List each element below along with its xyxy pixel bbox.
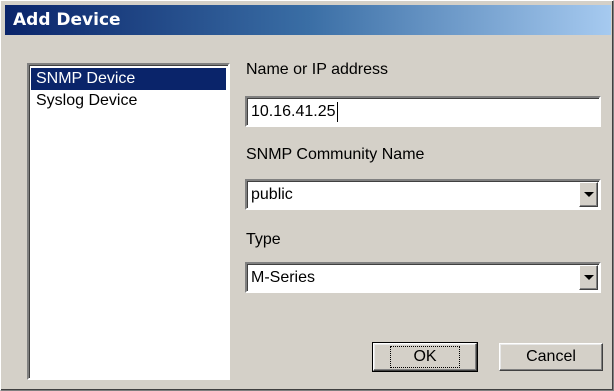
dialog-title: Add Device	[13, 10, 121, 30]
community-select-value: public	[251, 185, 293, 203]
chevron-down-icon	[583, 192, 594, 197]
device-type-list[interactable]: SNMP Device Syslog Device	[27, 63, 230, 380]
type-label: Type	[246, 231, 281, 248]
type-dropdown-button[interactable]	[579, 265, 598, 290]
community-select[interactable]: public	[245, 179, 601, 210]
name-input-value: 10.16.41.25	[251, 102, 336, 120]
name-label: Name or IP address	[246, 61, 388, 78]
community-label: SNMP Community Name	[246, 146, 425, 163]
type-select-value: M-Series	[251, 268, 316, 286]
text-caret	[336, 101, 338, 122]
community-dropdown-button[interactable]	[579, 182, 598, 207]
type-select[interactable]: M-Series	[245, 262, 601, 293]
ok-button[interactable]: OK	[372, 342, 478, 372]
cancel-button-label: Cancel	[526, 348, 576, 365]
list-item-snmp-device[interactable]: SNMP Device	[31, 68, 226, 90]
cancel-button[interactable]: Cancel	[499, 343, 603, 371]
list-item-syslog-device[interactable]: Syslog Device	[31, 90, 226, 112]
add-device-dialog: Add Device SNMP Device Syslog Device Nam…	[0, 0, 614, 391]
name-input[interactable]: 10.16.41.25	[245, 96, 601, 127]
ok-button-label: OK	[390, 346, 460, 368]
title-bar[interactable]: Add Device	[5, 5, 611, 35]
chevron-down-icon	[583, 275, 594, 280]
